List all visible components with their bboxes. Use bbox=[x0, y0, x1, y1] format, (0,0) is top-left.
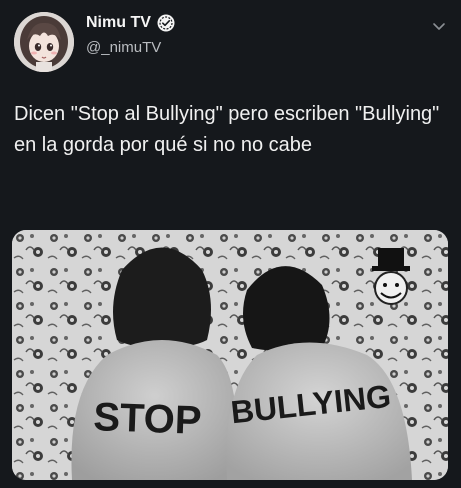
verified-badge-icon bbox=[157, 14, 175, 32]
handle[interactable]: @_nimuTV bbox=[86, 39, 161, 56]
photo-illustration: STOP BULLYING bbox=[12, 230, 448, 480]
avatar[interactable] bbox=[14, 12, 74, 72]
tweet-image[interactable]: STOP BULLYING bbox=[12, 230, 448, 480]
name-row: Nimu TV bbox=[86, 14, 175, 32]
display-name[interactable]: Nimu TV bbox=[86, 14, 151, 32]
painted-word-stop: STOP bbox=[93, 395, 203, 443]
avatar-illustration bbox=[14, 12, 74, 72]
tweet-card: Nimu TV @_nimuTV Dicen "Stop al Bullying… bbox=[0, 0, 461, 488]
tweet-text: Dicen "Stop al Bullying" pero escriben "… bbox=[14, 103, 440, 156]
chevron-down-icon[interactable] bbox=[431, 18, 447, 34]
